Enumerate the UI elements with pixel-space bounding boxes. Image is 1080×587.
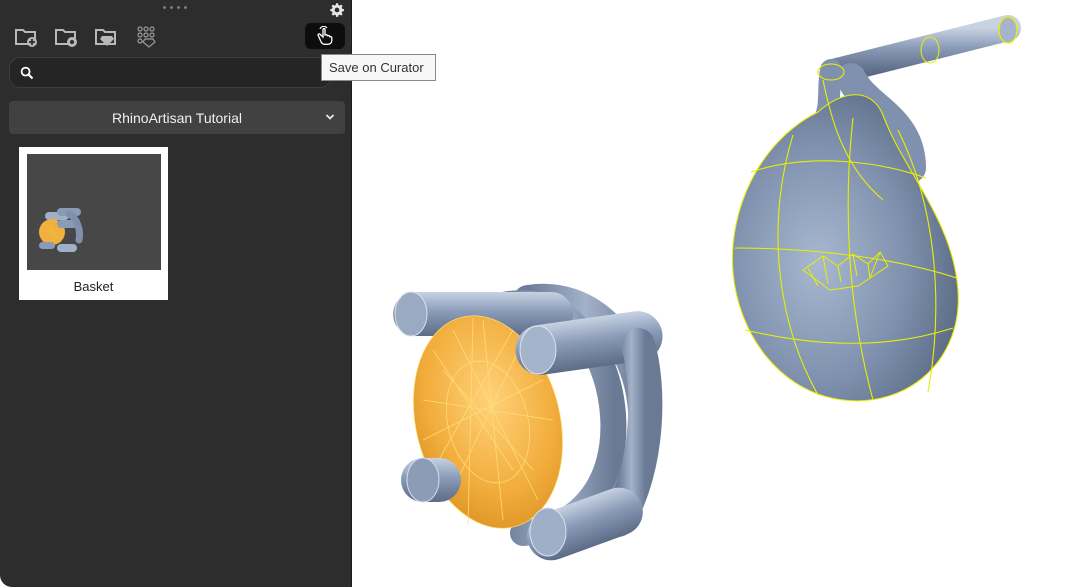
library-item-basket[interactable]: Basket [19, 147, 168, 300]
save-gem-button[interactable] [94, 24, 120, 50]
gear-icon[interactable] [328, 1, 346, 19]
artisan-panel: RhinoArtisan Tutorial Basket [0, 0, 352, 587]
gem-grid-icon [137, 26, 156, 48]
save-gem-icon [95, 29, 116, 46]
app-window: RhinoArtisan Tutorial Basket Save on Cur… [0, 0, 1080, 587]
collection-dropdown-label: RhinoArtisan Tutorial [112, 110, 242, 126]
new-folder-button[interactable] [14, 24, 40, 50]
hand-pointer-icon [317, 26, 333, 45]
library-item-label: Basket [73, 279, 114, 294]
chevron-down-icon [325, 114, 335, 120]
search-input[interactable] [42, 62, 322, 84]
search-box[interactable] [9, 57, 331, 88]
rhino-viewport[interactable] [353, 0, 1080, 587]
collection-dropdown[interactable]: RhinoArtisan Tutorial [9, 101, 345, 134]
new-folder-icon [15, 29, 37, 47]
save-on-curator-button[interactable] [305, 23, 345, 49]
drop-pendant-model[interactable] [731, 15, 1021, 402]
panel-drag-handle[interactable] [163, 6, 187, 9]
panel-toolbar [14, 24, 160, 50]
gem-grid-button[interactable] [134, 24, 160, 50]
folder-settings-icon [55, 29, 77, 47]
search-icon [20, 66, 34, 80]
basket-model[interactable] [392, 283, 666, 567]
basket-thumbnail [27, 154, 161, 270]
folder-settings-button[interactable] [54, 24, 80, 50]
